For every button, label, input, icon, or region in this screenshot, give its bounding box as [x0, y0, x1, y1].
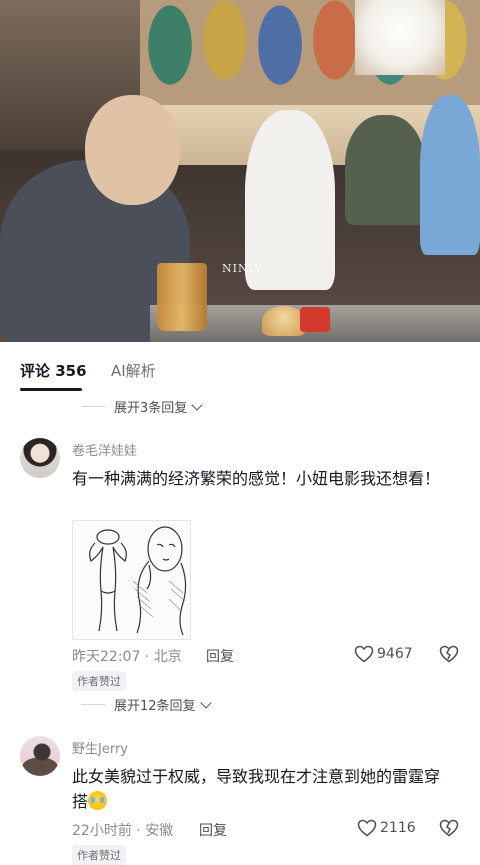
expand-replies-label: 展开3条回复 — [114, 401, 188, 416]
broken-heart-icon — [439, 819, 459, 837]
tab-ai-analysis[interactable]: AI解析 — [111, 360, 156, 381]
comment-attached-image[interactable] — [72, 520, 191, 640]
video-frame-sauce — [300, 307, 330, 332]
reply-button[interactable]: 回复 — [199, 820, 227, 840]
divider — [81, 406, 105, 407]
comment-meta: 昨天22:07 · 北京 — [72, 646, 182, 666]
comment-location: 安徽 — [145, 823, 174, 839]
expand-replies-button[interactable]: 展开3条回复 — [81, 397, 203, 416]
video-player[interactable]: NINIV — [0, 0, 480, 342]
dislike-button[interactable] — [439, 819, 459, 841]
tab-comments[interactable]: 评论 356 — [20, 360, 87, 381]
expand-replies-label: 展开12条回复 — [114, 699, 196, 714]
author-liked-badge: 作者赞过 — [72, 671, 126, 691]
comment-time: 22小时前 — [72, 823, 132, 839]
comment-location: 北京 — [153, 649, 182, 665]
chevron-down-icon — [199, 696, 212, 709]
heart-icon — [357, 819, 377, 837]
like-button[interactable]: 2116 — [357, 819, 416, 837]
chevron-down-icon — [191, 398, 203, 411]
comment-text-content: 此女美貌过于权威，导致我现在才注意到她的雷霆穿搭 — [72, 767, 441, 811]
comment-username[interactable]: 野生Jerry — [72, 738, 128, 757]
like-count: 9467 — [377, 646, 413, 662]
sketch-drawing — [89, 526, 187, 636]
crying-laughing-emoji-icon — [88, 791, 108, 810]
expand-replies-button[interactable]: 展开12条回复 — [81, 695, 212, 714]
video-watermark: NINIV — [222, 262, 263, 275]
comment-username[interactable]: 卷毛洋娃娃 — [72, 440, 137, 459]
like-count: 2116 — [380, 820, 416, 836]
comment-time: 昨天22:07 — [72, 649, 141, 665]
divider — [81, 704, 105, 705]
video-frame-window — [355, 0, 445, 75]
avatar[interactable] — [20, 438, 60, 478]
comment-meta: 22小时前 · 安徽 — [72, 820, 173, 840]
video-frame-person — [345, 115, 425, 225]
comment-text: 有一种满满的经济繁荣的感觉！小妞电影我还想看！ — [72, 469, 441, 488]
like-button[interactable]: 9467 — [354, 645, 413, 663]
avatar[interactable] — [20, 736, 60, 776]
broken-heart-icon — [439, 645, 459, 663]
video-frame-lemon-tea — [157, 263, 207, 331]
dislike-button[interactable] — [439, 645, 459, 667]
meta-separator: · — [131, 823, 146, 839]
video-frame-person — [420, 95, 480, 255]
reply-button[interactable]: 回复 — [206, 646, 234, 666]
active-tab-indicator — [20, 388, 82, 391]
video-frame-man-head — [85, 95, 180, 205]
meta-separator: · — [140, 649, 154, 665]
author-liked-badge: 作者赞过 — [72, 845, 126, 865]
comment-text: 此女美貌过于权威，导致我现在才注意到她的雷霆穿搭 — [72, 764, 452, 814]
heart-icon — [354, 645, 374, 663]
comment-tabs: 评论 356 AI解析 — [0, 342, 480, 392]
